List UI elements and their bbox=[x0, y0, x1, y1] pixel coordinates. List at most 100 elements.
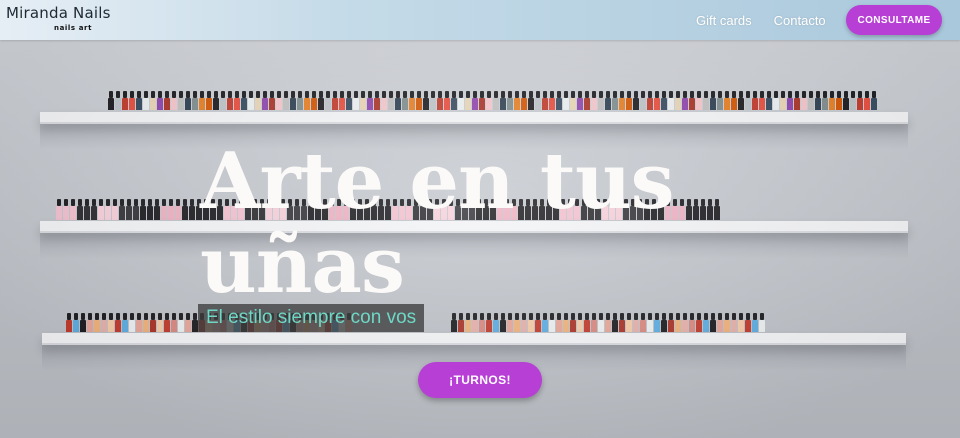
polish-bottle bbox=[661, 313, 667, 332]
polish-bottle bbox=[514, 91, 520, 110]
polish-bottle bbox=[696, 91, 702, 110]
polish-bottle bbox=[458, 91, 464, 110]
polish-bottle bbox=[619, 91, 625, 110]
polish-bottle bbox=[759, 313, 765, 332]
polish-bottle bbox=[178, 91, 184, 110]
polish-bottle bbox=[759, 91, 765, 110]
polish-bottle bbox=[696, 313, 702, 332]
polish-bottle bbox=[444, 91, 450, 110]
polish-bottle bbox=[129, 313, 135, 332]
polish-bottle bbox=[654, 313, 660, 332]
polish-bottle bbox=[164, 91, 170, 110]
polish-bottle bbox=[857, 91, 863, 110]
polish-bottle bbox=[689, 313, 695, 332]
polish-bottle bbox=[108, 313, 114, 332]
polish-bottle bbox=[633, 313, 639, 332]
polish-bottle bbox=[528, 91, 534, 110]
polish-bottle bbox=[507, 91, 513, 110]
polish-bottle bbox=[91, 199, 97, 220]
hero-headline: Arte en tus uñas bbox=[200, 140, 760, 308]
polish-bottle bbox=[157, 91, 163, 110]
polish-bottle bbox=[63, 199, 69, 220]
polish-bottle bbox=[164, 313, 170, 332]
polish-bottle bbox=[605, 313, 611, 332]
polish-bottle bbox=[147, 199, 153, 220]
polish-bottle bbox=[710, 313, 716, 332]
polish-bottle bbox=[115, 91, 121, 110]
polish-bottle bbox=[801, 91, 807, 110]
polish-bottle bbox=[731, 313, 737, 332]
nav-link-contacto[interactable]: Contacto bbox=[774, 13, 826, 28]
polish-bottle bbox=[640, 313, 646, 332]
polish-bottle bbox=[829, 91, 835, 110]
polish-bottle bbox=[619, 313, 625, 332]
polish-bottle bbox=[465, 91, 471, 110]
polish-bottle bbox=[189, 199, 195, 220]
hero-headline-line-2: uñas bbox=[200, 220, 405, 311]
polish-bottle bbox=[486, 313, 492, 332]
polish-bottle bbox=[94, 313, 100, 332]
polish-bottle bbox=[318, 91, 324, 110]
polish-bottle bbox=[248, 91, 254, 110]
polish-bottle bbox=[647, 313, 653, 332]
polish-bottle bbox=[87, 313, 93, 332]
polish-bottle bbox=[185, 91, 191, 110]
polish-bottle bbox=[850, 91, 856, 110]
polish-bottle bbox=[353, 91, 359, 110]
polish-bottle bbox=[157, 313, 163, 332]
turnos-button[interactable]: ¡TURNOS! bbox=[418, 362, 542, 398]
hero-headline-line-1: Arte en tus bbox=[200, 136, 675, 227]
polish-bottle bbox=[185, 313, 191, 332]
polish-bottle bbox=[717, 91, 723, 110]
polish-bottle bbox=[140, 199, 146, 220]
polish-bottle bbox=[661, 91, 667, 110]
polish-bottle bbox=[150, 313, 156, 332]
polish-bottle bbox=[647, 91, 653, 110]
polish-bottle bbox=[486, 91, 492, 110]
polish-bottle bbox=[101, 313, 107, 332]
consultame-button[interactable]: CONSULTAME bbox=[846, 5, 942, 35]
polish-bottle bbox=[311, 91, 317, 110]
polish-bottle bbox=[612, 313, 618, 332]
polish-bottles-row-1 bbox=[108, 88, 877, 110]
polish-bottle bbox=[136, 313, 142, 332]
polish-bottle bbox=[339, 91, 345, 110]
polish-bottle bbox=[626, 91, 632, 110]
polish-bottle bbox=[220, 91, 226, 110]
polish-bottle bbox=[514, 313, 520, 332]
polish-bottle bbox=[808, 91, 814, 110]
polish-bottle bbox=[598, 91, 604, 110]
main-nav: Gift cards Contacto bbox=[696, 0, 826, 40]
polish-bottle bbox=[864, 91, 870, 110]
polish-bottle bbox=[122, 91, 128, 110]
logo[interactable]: Miranda Nails nails art bbox=[6, 5, 111, 32]
polish-bottle bbox=[633, 91, 639, 110]
polish-bottle bbox=[56, 199, 62, 220]
polish-bottle bbox=[374, 91, 380, 110]
polish-bottle bbox=[717, 313, 723, 332]
polish-bottle bbox=[171, 313, 177, 332]
polish-bottle bbox=[129, 91, 135, 110]
polish-bottle bbox=[416, 91, 422, 110]
polish-bottle bbox=[556, 313, 562, 332]
polish-bottle bbox=[290, 91, 296, 110]
polish-bottle bbox=[724, 313, 730, 332]
polish-bottle bbox=[297, 91, 303, 110]
polish-bottle bbox=[73, 313, 79, 332]
polish-bottle bbox=[605, 91, 611, 110]
polish-bottle bbox=[143, 91, 149, 110]
polish-bottle bbox=[682, 313, 688, 332]
polish-bottle bbox=[507, 313, 513, 332]
polish-bottle bbox=[430, 91, 436, 110]
polish-bottle bbox=[112, 199, 118, 220]
polish-bottle bbox=[836, 91, 842, 110]
polish-bottle bbox=[577, 91, 583, 110]
site-header: Miranda Nails nails art Gift cards Conta… bbox=[0, 0, 960, 40]
nav-link-gift-cards[interactable]: Gift cards bbox=[696, 13, 752, 28]
polish-bottle bbox=[787, 91, 793, 110]
polish-bottle bbox=[269, 91, 275, 110]
polish-bottle bbox=[227, 91, 233, 110]
hero-tagline: El estilo siempre con vos bbox=[198, 304, 425, 332]
polish-bottle bbox=[388, 91, 394, 110]
polish-bottle bbox=[367, 91, 373, 110]
